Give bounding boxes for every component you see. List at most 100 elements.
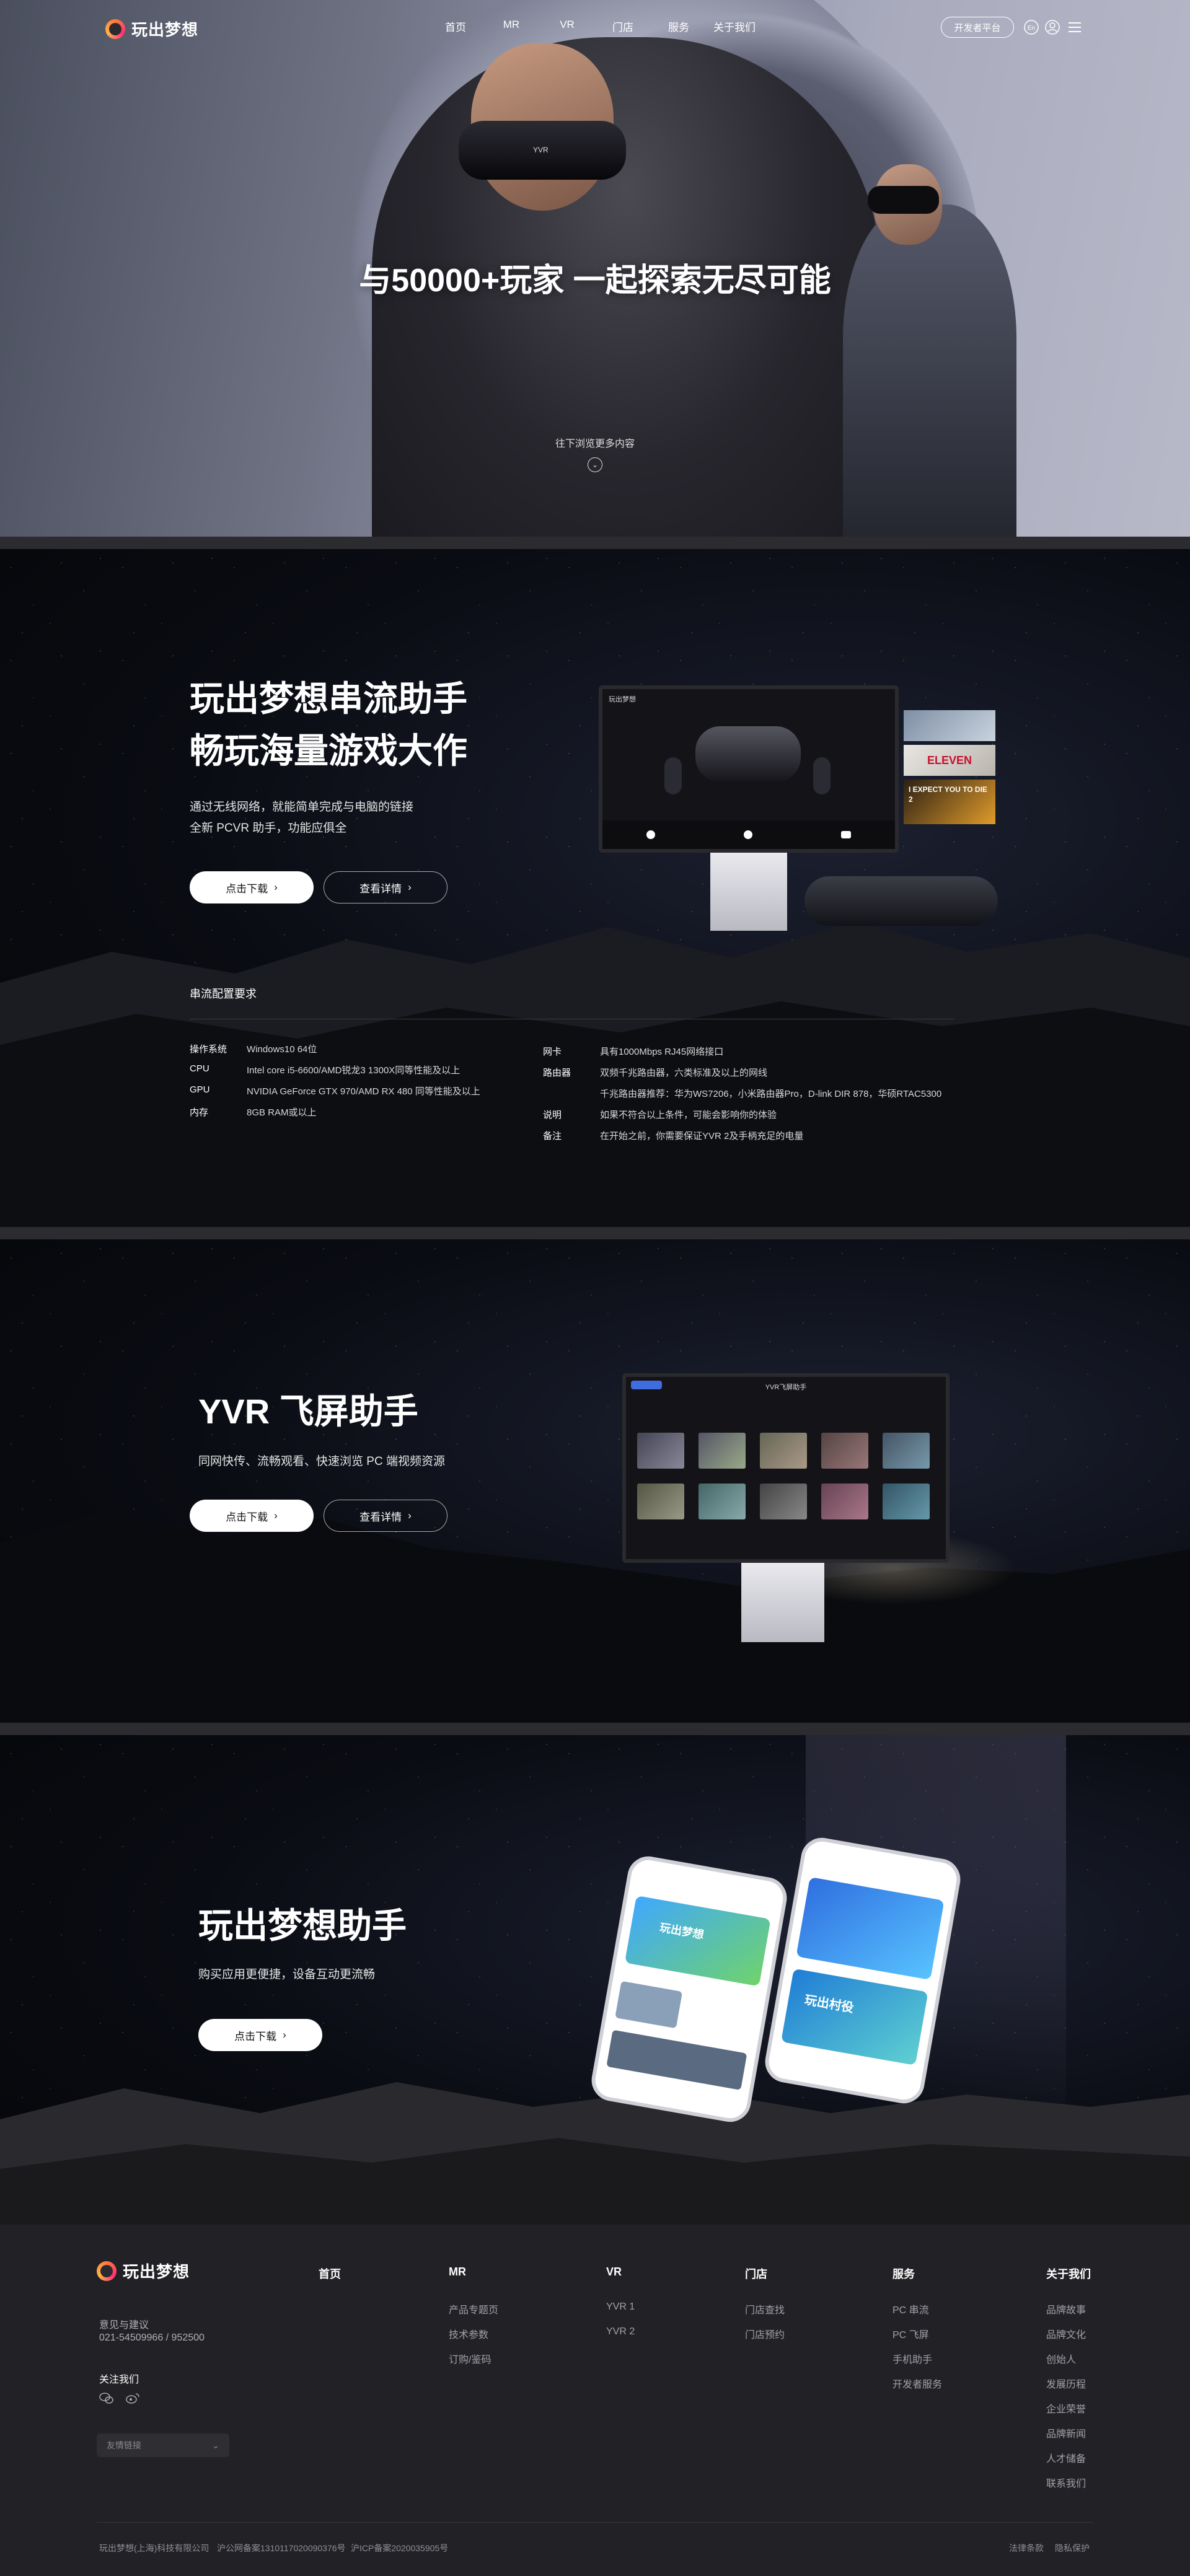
footer-col-store[interactable]: 门店 (745, 2266, 767, 2282)
video-thumb[interactable] (699, 1433, 746, 1469)
footer-col-service[interactable]: 服务 (892, 2266, 915, 2282)
screen-controller-left (664, 757, 682, 794)
monitor-stand (710, 853, 787, 931)
footer-icp-record[interactable]: 沪ICP备案2020035905号 (351, 2542, 448, 2554)
screen-details-button[interactable]: 查看详情 › (324, 1500, 447, 1532)
footer-link[interactable]: 开发者服务 (892, 2376, 942, 2391)
nav-store[interactable]: 门店 (595, 19, 651, 34)
screen-download-button[interactable]: 点击下载 › (190, 1500, 314, 1532)
screen-app-title: YVR飞屏助手 (765, 1384, 807, 1391)
footer-col-mr[interactable]: MR (449, 2266, 466, 2279)
phone-banner-2 (781, 1968, 928, 2066)
footer-link[interactable]: PC 串流 (892, 2301, 929, 2316)
req-remark: 备注 在开始之前，你需要保证YVR 2及手柄充足的电量 (543, 1131, 804, 1141)
logo-ring-icon (105, 19, 125, 39)
video-grid (637, 1433, 935, 1519)
logo-ring-icon (97, 2261, 117, 2281)
footer-link[interactable]: 订购/鉴码 (449, 2351, 491, 2366)
req-router-recommend: 千兆路由器推荐：华为WS7206，小米路由器Pro，D-link DIR 878… (600, 1089, 942, 1099)
footer-link[interactable]: 人才储备 (1046, 2450, 1086, 2465)
vr-headset-visor-2 (868, 186, 939, 214)
footer-col-home[interactable]: 首页 (319, 2266, 341, 2282)
footer-logo[interactable]: 玩出梦想 (97, 2259, 190, 2282)
nav-mr[interactable]: MR (483, 19, 539, 34)
footer-police-record[interactable]: 沪公网备案1310117020090376号 (217, 2542, 346, 2554)
stream-monitor-screen: 玩出梦想 (599, 685, 899, 853)
scroll-down-icon[interactable]: ⌄ (588, 457, 602, 472)
game-tile-expect-you-to-die: I EXPECT YOU TO DIE 2 (904, 780, 995, 824)
req-router: 路由器 双频千兆路由器，六类标准及以上的网线 (543, 1068, 768, 1078)
req-gpu: GPU NVIDIA GeForce GTX 970/AMD RX 480 同等性… (190, 1084, 480, 1097)
brand-logo[interactable]: 玩出梦想 (105, 17, 198, 40)
headset-product-image (804, 876, 998, 926)
footer-link[interactable]: 技术参数 (449, 2326, 488, 2341)
stream-title-line2: 畅玩海量游戏大作 (190, 731, 467, 770)
video-thumb[interactable] (699, 1484, 746, 1519)
footer-feedback[interactable]: 意见与建议 (99, 2316, 149, 2331)
main-menu: 首页 MR VR 门店 服务 关于我们 (428, 19, 762, 34)
nav-service[interactable]: 服务 (651, 19, 707, 34)
mobile-assistant-section: 玩出梦想助手 购买应用更便捷，设备互动更流畅 点击下载 › 玩出梦想 玩出村役 (0, 1735, 1190, 2225)
language-icon[interactable]: En (1023, 19, 1040, 36)
footer-link[interactable]: 门店预约 (745, 2326, 785, 2341)
screen-title: YVR 飞屏助手 (198, 1392, 418, 1431)
assistant-download-button[interactable]: 点击下载 › (198, 2019, 322, 2051)
wechat-icon[interactable] (99, 2392, 114, 2407)
stream-desc-line2: 全新 PCVR 助手，功能应俱全 (190, 822, 347, 835)
video-thumb[interactable] (883, 1484, 930, 1519)
footer-link[interactable]: 创始人 (1046, 2351, 1076, 2366)
game-tile-1 (904, 710, 995, 741)
screen-desc: 同网快传、流畅观看、快速浏览 PC 端视频资源 (198, 1455, 445, 1468)
stream-download-button[interactable]: 点击下载 › (190, 871, 314, 903)
stream-details-button[interactable]: 查看详情 › (324, 871, 447, 903)
footer-link[interactable]: 品牌故事 (1046, 2301, 1086, 2316)
phone-app-card (606, 2029, 747, 2090)
footer-col-about[interactable]: 关于我们 (1046, 2266, 1091, 2282)
logo-text: 玩出梦想 (131, 20, 199, 39)
hero-banner: YVR 与50000+玩家 一起探索无尽可能 往下浏览更多内容 ⌄ (0, 0, 1190, 537)
nav-vr[interactable]: VR (539, 19, 595, 34)
footer-link[interactable]: 手机助手 (892, 2351, 932, 2366)
friend-links-select[interactable]: 友情链接 ⌄ (97, 2433, 229, 2457)
menu-icon[interactable] (1066, 19, 1083, 36)
footer-link[interactable]: PC 飞屏 (892, 2326, 929, 2341)
video-thumb[interactable] (760, 1484, 807, 1519)
video-thumb[interactable] (883, 1433, 930, 1469)
footer-link[interactable]: 门店查找 (745, 2301, 785, 2316)
footer-col-vr[interactable]: VR (606, 2266, 622, 2279)
scroll-hint: 往下浏览更多内容 (555, 439, 635, 449)
footer-legal-link[interactable]: 法律条款 (1009, 2542, 1044, 2554)
footer-link[interactable]: 品牌新闻 (1046, 2425, 1086, 2440)
chevron-right-icon: › (274, 1510, 278, 1521)
footer-link[interactable]: 发展历程 (1046, 2376, 1086, 2391)
footer-link[interactable]: YVR 1 (606, 2301, 635, 2313)
mountain-silhouette (0, 1512, 1190, 1723)
footer-divider (97, 2522, 1093, 2523)
footer-link[interactable]: 产品专题页 (449, 2301, 498, 2316)
hero-title: 与50000+玩家 一起探索无尽可能 (359, 263, 831, 299)
req-ram: 内存 8GB RAM或以上 (190, 1107, 317, 1118)
footer-link[interactable]: 联系我们 (1046, 2475, 1086, 2490)
footer-link[interactable]: 企业荣誉 (1046, 2401, 1086, 2416)
req-note: 说明 如果不符合以上条件，可能会影响你的体验 (543, 1110, 777, 1120)
developer-platform-button[interactable]: 开发者平台 (941, 17, 1014, 38)
footer-link[interactable]: 品牌文化 (1046, 2326, 1086, 2341)
phone-app-card (615, 1980, 683, 2029)
footer-privacy-link[interactable]: 隐私保护 (1055, 2542, 1090, 2554)
footer-link[interactable]: YVR 2 (606, 2326, 635, 2337)
video-thumb[interactable] (821, 1433, 868, 1469)
video-thumb[interactable] (821, 1484, 868, 1519)
section-divider (0, 537, 1190, 549)
vr-headset-visor: YVR (459, 121, 626, 180)
video-thumb[interactable] (760, 1433, 807, 1469)
user-icon[interactable] (1044, 19, 1061, 36)
video-thumb[interactable] (637, 1484, 684, 1519)
weibo-icon[interactable] (125, 2392, 140, 2407)
nav-home[interactable]: 首页 (428, 19, 483, 34)
nav-about[interactable]: 关于我们 (707, 19, 762, 34)
video-thumb[interactable] (637, 1433, 684, 1469)
screen-app-logo: 玩出梦想 (609, 696, 636, 703)
stream-title-line1: 玩出梦想串流助手 (190, 679, 467, 718)
req-nic: 网卡 具有1000Mbps RJ45网络接口 (543, 1047, 724, 1057)
req-os: 操作系统 Windows10 64位 (190, 1044, 317, 1055)
